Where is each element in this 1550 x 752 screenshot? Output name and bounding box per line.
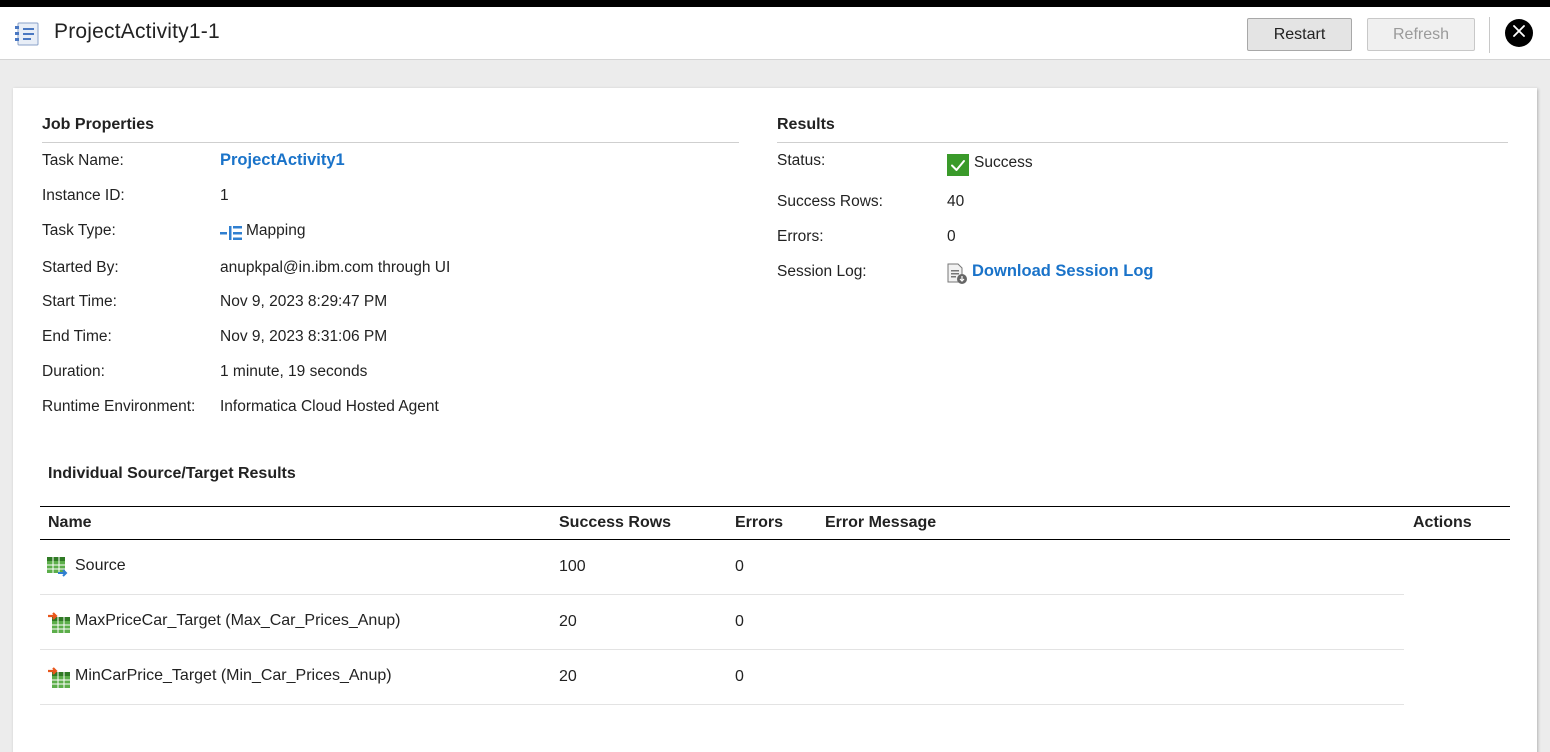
task-name-link[interactable]: ProjectActivity1 [220,151,345,170]
row-divider [40,594,1404,595]
end-time-value: Nov 9, 2023 8:31:06 PM [220,328,388,345]
row-errors: 0 [735,558,744,575]
row-errors: 0 [735,613,744,630]
column-header-error-message: Error Message [825,514,937,531]
top-black-bar [0,0,1550,7]
instance-id-value: 1 [220,187,229,204]
table-header-border [40,539,1510,540]
end-time-label: End Time: [42,328,112,345]
start-time-value: Nov 9, 2023 8:29:47 PM [220,293,388,310]
row-divider [40,649,1404,650]
column-header-actions: Actions [1413,514,1472,531]
row-divider [40,704,1404,705]
page-title: ProjectActivity1-1 [54,20,220,43]
row-name: MinCarPrice_Target (Min_Car_Prices_Anup) [75,667,392,684]
session-log-label: Session Log: [777,263,867,280]
column-header-errors: Errors [735,514,784,531]
source-table-icon [47,556,69,583]
start-time-label: Start Time: [42,293,117,310]
status-value: Success [974,154,1033,171]
row-success-rows: 20 [559,613,577,630]
job-properties-heading: Job Properties [42,116,155,133]
row-name: Source [75,557,126,574]
row-success-rows: 100 [559,558,586,575]
column-header-success-rows: Success Rows [559,514,672,531]
task-type-value: Mapping [246,222,306,239]
header-bar: ProjectActivity1-1 Restart Refresh [0,7,1550,60]
instance-id-label: Instance ID: [42,187,125,204]
row-errors: 0 [735,668,744,685]
runtime-environment-label: Runtime Environment: [42,398,196,415]
results-divider [777,142,1508,143]
row-success-rows: 20 [559,668,577,685]
checkmark-icon [947,154,969,181]
refresh-button[interactable]: Refresh [1367,18,1475,51]
row-name: MaxPriceCar_Target (Max_Car_Prices_Anup) [75,612,401,629]
close-button[interactable] [1505,19,1533,47]
duration-label: Duration: [42,363,105,380]
target-table-icon [48,612,72,639]
task-type-label: Task Type: [42,222,116,239]
duration-value: 1 minute, 19 seconds [220,363,368,380]
target-table-icon [48,667,72,694]
started-by-label: Started By: [42,259,119,276]
errors-value: 0 [947,228,956,245]
close-icon [1512,24,1526,43]
session-log-icon [946,263,968,290]
results-heading: Results [777,116,835,133]
task-name-label: Task Name: [42,152,124,169]
restart-button[interactable]: Restart [1247,18,1352,51]
download-session-log-link[interactable]: Download Session Log [972,262,1154,281]
job-properties-divider [42,142,739,143]
errors-label: Errors: [777,228,824,245]
table-top-border [40,506,1510,507]
mapping-icon [220,225,244,246]
column-header-name: Name [48,514,92,531]
list-document-icon [14,22,40,46]
runtime-environment-value: Informatica Cloud Hosted Agent [220,398,439,415]
header-divider [1489,17,1490,53]
individual-results-heading: Individual Source/Target Results [48,465,296,482]
status-label: Status: [777,152,826,169]
started-by-value: anupkpal@in.ibm.com through UI [220,259,451,276]
success-rows-value: 40 [947,193,965,210]
success-rows-label: Success Rows: [777,193,883,210]
job-details-panel: Job Properties Task Name: ProjectActivit… [13,88,1537,752]
